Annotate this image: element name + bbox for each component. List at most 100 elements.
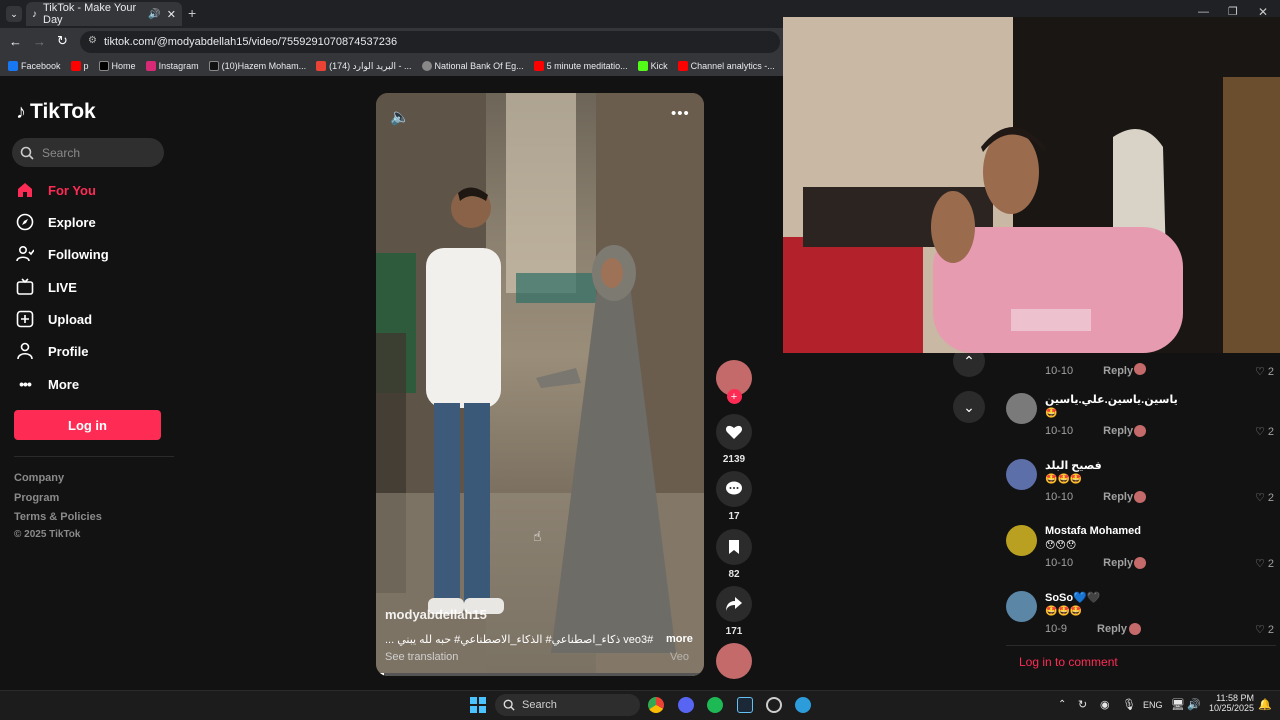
video-username[interactable]: modyabdellah15 xyxy=(385,607,487,622)
comment-text: 😯😯😯 xyxy=(1045,540,1077,551)
windows-start-icon[interactable] xyxy=(470,697,486,713)
like-button[interactable]: 2139 xyxy=(716,414,752,465)
commenter-avatar[interactable] xyxy=(1006,393,1037,424)
bookmark-item[interactable]: (10)Hazem Moham... xyxy=(208,61,306,71)
clock-time: 11:58 PM xyxy=(1216,693,1254,703)
compass-icon xyxy=(16,213,34,231)
footer-terms[interactable]: Terms & Policies xyxy=(14,511,102,523)
video-progress-bar[interactable] xyxy=(376,673,704,676)
speaker-icon[interactable]: 🔊 xyxy=(1187,698,1201,711)
back-icon[interactable]: ← xyxy=(9,34,22,49)
tab-list-button[interactable]: ⌄ xyxy=(6,6,22,22)
microphone-icon[interactable]: 🎙 xyxy=(1122,698,1136,711)
login-to-comment-link[interactable]: Log in to comment xyxy=(1006,645,1276,677)
music-avatar-button[interactable] xyxy=(716,643,752,679)
new-tab-button[interactable]: + xyxy=(188,5,196,21)
login-button[interactable]: Log in xyxy=(14,410,161,440)
browser-tab[interactable]: ♪ TikTok - Make Your Day 🔊 ✕ xyxy=(26,2,182,26)
bookmark-item[interactable]: Facebook xyxy=(8,61,61,71)
notification-icon[interactable]: 🔔 xyxy=(1258,698,1272,711)
video-player[interactable]: 🔈 ••• modyabdellah15 veo3# ذكاء_اصطناعي#… xyxy=(376,93,704,676)
nav-more[interactable]: ••• More xyxy=(16,372,166,396)
commenter-avatar[interactable] xyxy=(1006,525,1037,556)
creator-avatar-button[interactable]: + xyxy=(716,360,752,404)
comment-button[interactable]: 17 xyxy=(716,471,752,522)
upload-icon xyxy=(16,310,34,328)
commenter-name[interactable]: SoSo💙🖤 xyxy=(1045,591,1101,604)
nav-profile[interactable]: Profile xyxy=(16,339,166,363)
bookmark-item[interactable]: p xyxy=(70,61,89,71)
nav-for-you[interactable]: For You xyxy=(16,178,166,202)
caption-more-link[interactable]: more xyxy=(666,633,693,645)
reload-icon[interactable]: ↻ xyxy=(57,33,68,49)
sync-icon[interactable]: ↻ xyxy=(1078,698,1087,711)
commenter-avatar[interactable] xyxy=(1006,459,1037,490)
nav-following[interactable]: Following xyxy=(16,242,166,266)
speaker-icon[interactable]: 🔊 xyxy=(148,9,160,20)
site-info-icon[interactable]: ⚙ xyxy=(88,35,97,46)
globe-taskbar-icon[interactable] xyxy=(795,697,811,713)
share-button[interactable]: 171 xyxy=(716,586,752,637)
reply-link[interactable]: Reply xyxy=(1103,491,1133,503)
volume-icon[interactable]: 🔈 xyxy=(390,107,410,127)
comment-item: ياسين.ياسين.علي.ياسين 🤩 10-10 Reply ♡ 2 xyxy=(1006,393,1280,441)
comment-like-button[interactable]: ♡ 2 xyxy=(1255,491,1274,504)
clock[interactable]: 11:58 PM 10/25/2025 xyxy=(1206,693,1254,713)
footer-company[interactable]: Company xyxy=(14,472,64,484)
discord-tray-icon[interactable]: ◉ xyxy=(1100,698,1110,711)
bookmark-item[interactable]: Instagram xyxy=(145,61,199,71)
footer-program[interactable]: Program xyxy=(14,492,59,504)
bookmark-item[interactable]: Channel analytics -... xyxy=(677,61,775,71)
reply-link[interactable]: Reply xyxy=(1103,425,1133,437)
follow-plus-icon[interactable]: + xyxy=(726,389,742,404)
discord-taskbar-icon[interactable] xyxy=(678,697,694,713)
bookmark-item[interactable]: National Bank Of Eg... xyxy=(421,61,524,71)
logo-text: TikTok xyxy=(30,100,96,123)
close-tab-icon[interactable]: ✕ xyxy=(167,8,176,21)
nav-live[interactable]: LIVE xyxy=(16,275,166,299)
search-input[interactable]: Search xyxy=(12,138,164,167)
commenter-name[interactable]: فصيح البلد xyxy=(1045,459,1102,472)
comment-like-button[interactable]: ♡ 2 xyxy=(1255,623,1274,635)
webcam-frame xyxy=(783,17,1280,353)
bookmark-item[interactable]: Kick xyxy=(637,61,668,71)
forward-icon[interactable]: → xyxy=(33,34,46,49)
language-indicator[interactable]: ENG xyxy=(1143,700,1163,710)
save-button[interactable]: 82 xyxy=(716,529,752,580)
comment-like-button[interactable]: ♡ 2 xyxy=(1255,425,1274,438)
tray-expand-icon[interactable]: ⌃ xyxy=(1058,699,1066,710)
address-bar[interactable]: ⚙ tiktok.com/@modyabdellah15/video/75592… xyxy=(80,31,780,53)
commenter-avatar[interactable] xyxy=(1006,591,1037,622)
see-translation-link[interactable]: See translation xyxy=(385,651,458,663)
bookmark-item[interactable]: 5 minute meditatio... xyxy=(533,61,628,71)
reply-link[interactable]: Reply xyxy=(1103,557,1133,569)
app-taskbar-icon[interactable] xyxy=(766,697,782,713)
more-options-icon[interactable]: ••• xyxy=(671,105,690,122)
reply-link[interactable]: Reply xyxy=(1097,623,1127,635)
comment-like-button[interactable]: ♡ 2 xyxy=(1255,557,1274,570)
kick-icon xyxy=(637,61,648,71)
url-text: tiktok.com/@modyabdellah15/video/7559291… xyxy=(104,36,398,48)
chrome-taskbar-icon[interactable] xyxy=(648,697,664,713)
spotify-taskbar-icon[interactable] xyxy=(707,697,723,713)
tiktok-icon xyxy=(208,61,219,71)
youtube-icon xyxy=(70,61,81,71)
taskbar-search[interactable]: Search xyxy=(495,694,640,716)
search-icon xyxy=(503,699,515,711)
comment-item: Mostafa Mohamed 😯😯😯 10-10 Reply ♡ 2 xyxy=(1006,525,1280,573)
steam-taskbar-icon[interactable] xyxy=(737,697,753,713)
instagram-icon xyxy=(145,61,156,71)
comment-like-button[interactable]: ♡ 2 xyxy=(1255,365,1274,378)
next-video-button[interactable]: ⌄ xyxy=(953,391,985,423)
share-count: 171 xyxy=(725,626,743,637)
tiktok-logo[interactable]: ♪ TikTok xyxy=(16,100,96,124)
commenter-name[interactable]: ياسين.ياسين.علي.ياسين xyxy=(1045,393,1178,406)
reply-link[interactable]: Reply xyxy=(1103,365,1133,377)
bookmark-item[interactable]: (174) البريد الوارد - ... xyxy=(316,61,412,72)
nav-explore[interactable]: Explore xyxy=(16,210,166,234)
bookmark-item[interactable]: Home xyxy=(98,61,136,71)
commenter-name[interactable]: Mostafa Mohamed xyxy=(1045,525,1141,537)
nav-upload[interactable]: Upload xyxy=(16,307,166,331)
chevron-up-icon: ⌃ xyxy=(963,352,975,369)
network-icon[interactable]: 🖥 xyxy=(1171,698,1185,711)
